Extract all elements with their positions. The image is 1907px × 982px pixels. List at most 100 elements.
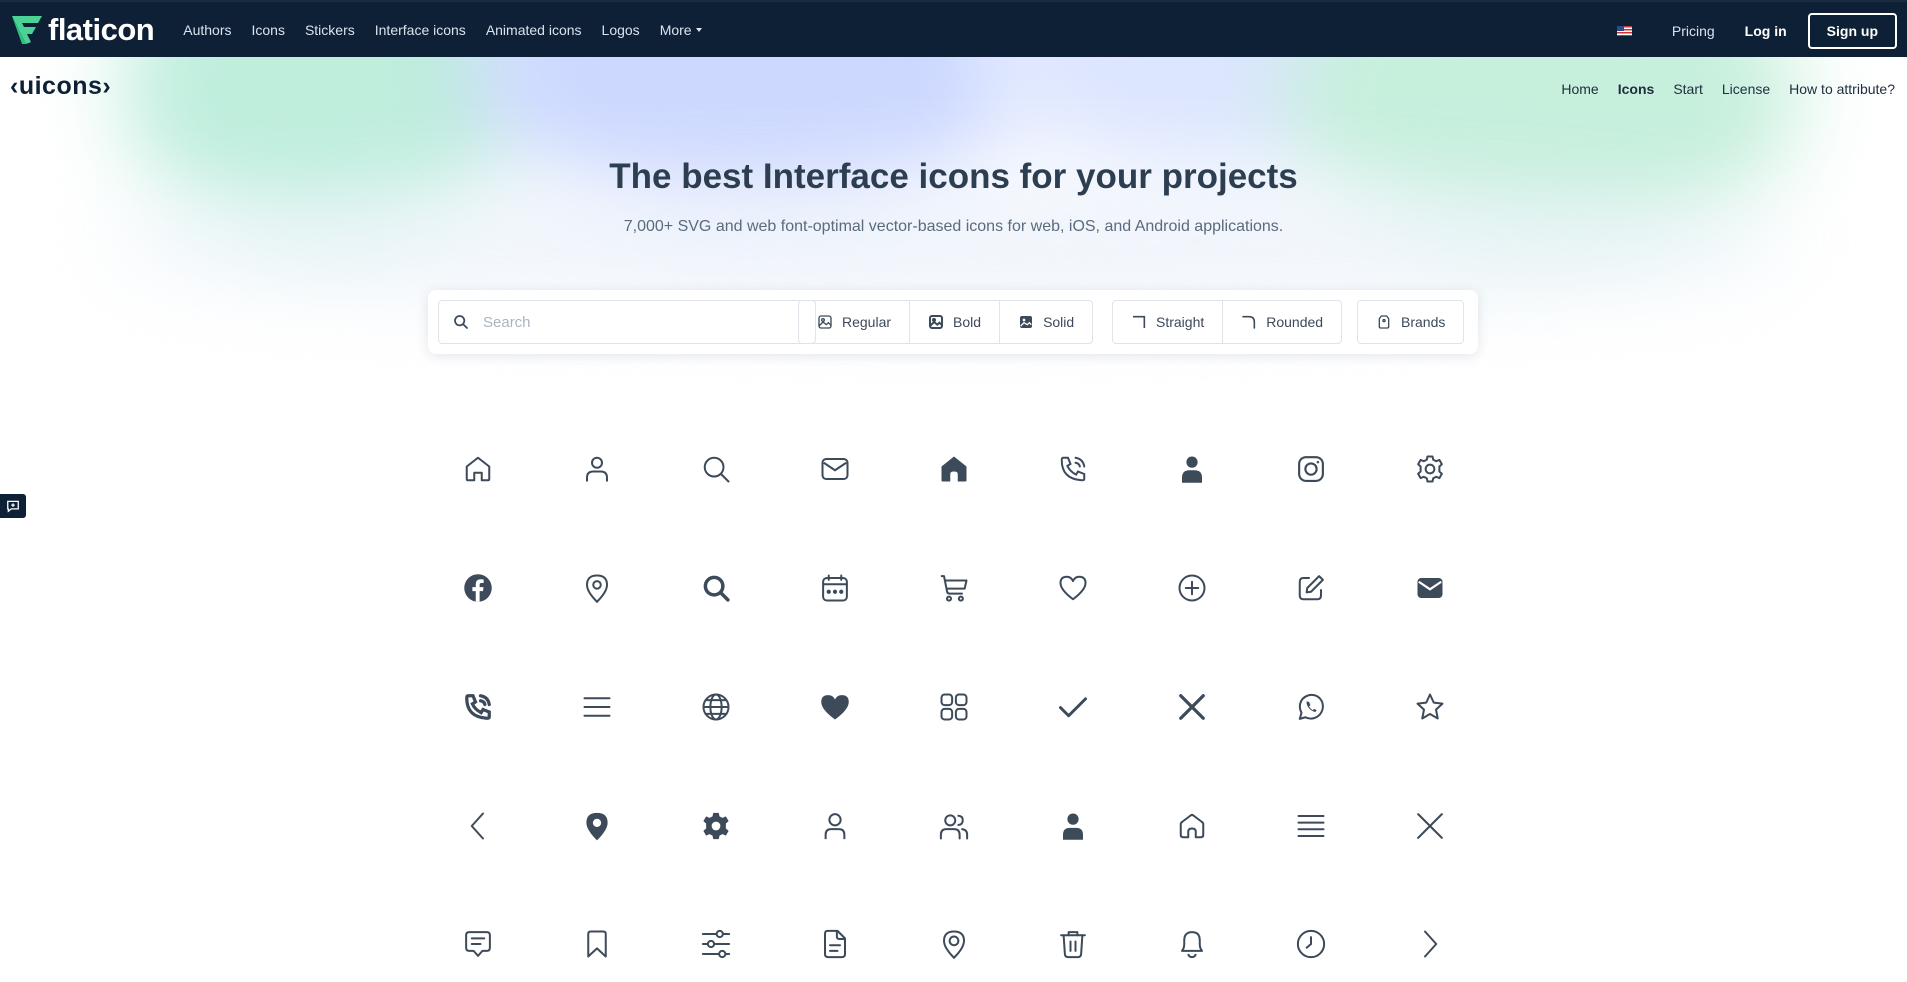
icon-cell[interactable] bbox=[775, 648, 894, 767]
icon-cell[interactable] bbox=[656, 766, 775, 885]
icon-cell[interactable] bbox=[1132, 410, 1251, 529]
page-title: The best Interface icons for your projec… bbox=[609, 157, 1298, 196]
nav-stickers[interactable]: Stickers bbox=[305, 22, 355, 38]
icon-cell[interactable] bbox=[1251, 529, 1370, 648]
icon-cell[interactable] bbox=[418, 648, 537, 767]
users-icon bbox=[939, 814, 968, 840]
nav-icons[interactable]: Icons bbox=[251, 22, 284, 38]
icon-cell[interactable] bbox=[537, 766, 656, 885]
us-flag-icon[interactable] bbox=[1616, 25, 1632, 36]
filter-straight[interactable]: Straight bbox=[1113, 301, 1224, 343]
filter-solid[interactable]: Solid bbox=[1000, 301, 1092, 343]
align-justify-icon bbox=[1297, 814, 1324, 837]
icon-cell[interactable] bbox=[1370, 410, 1489, 529]
icon-cell[interactable] bbox=[1013, 766, 1132, 885]
subnav-license[interactable]: License bbox=[1722, 81, 1770, 97]
corner-straight-icon bbox=[1133, 315, 1146, 328]
icon-cell[interactable] bbox=[656, 529, 775, 648]
icon-cell[interactable] bbox=[775, 885, 894, 982]
subnav-start[interactable]: Start bbox=[1673, 81, 1703, 97]
icon-cell[interactable] bbox=[1370, 885, 1489, 982]
filter-rounded-label: Rounded bbox=[1266, 314, 1324, 330]
icon-cell[interactable] bbox=[537, 885, 656, 982]
icon-cell[interactable] bbox=[656, 648, 775, 767]
icon-cell[interactable] bbox=[537, 410, 656, 529]
home-rounded-icon bbox=[1179, 813, 1204, 838]
nav-animated-icons[interactable]: Animated icons bbox=[486, 22, 582, 38]
icon-cell[interactable] bbox=[775, 410, 894, 529]
login-link[interactable]: Log in bbox=[1745, 23, 1787, 39]
pricing-link[interactable]: Pricing bbox=[1672, 23, 1715, 39]
uicons-subnav: Home Icons Start License How to attribut… bbox=[1542, 81, 1895, 97]
envelope-icon bbox=[821, 458, 848, 481]
icon-cell[interactable] bbox=[1013, 648, 1132, 767]
icon-cell[interactable] bbox=[1251, 766, 1370, 885]
icon-cell[interactable] bbox=[1132, 529, 1251, 648]
signup-button[interactable]: Sign up bbox=[1807, 12, 1897, 49]
weight-filter-group: Regular Bold Solid bbox=[798, 300, 1094, 344]
check-icon bbox=[1058, 697, 1087, 718]
icon-cell[interactable] bbox=[894, 529, 1013, 648]
feedback-button[interactable] bbox=[0, 494, 26, 518]
icon-cell[interactable] bbox=[1013, 529, 1132, 648]
icon-cell[interactable] bbox=[894, 648, 1013, 767]
location-alt-icon bbox=[942, 930, 965, 960]
phone-call-icon bbox=[1060, 457, 1085, 482]
filter-rounded[interactable]: Rounded bbox=[1223, 301, 1341, 343]
icon-cell[interactable] bbox=[656, 885, 775, 982]
bell-icon bbox=[1180, 931, 1203, 959]
icon-cell[interactable] bbox=[894, 410, 1013, 529]
home-solid-icon bbox=[941, 456, 966, 482]
icon-cell[interactable] bbox=[418, 410, 537, 529]
nav-logos[interactable]: Logos bbox=[602, 22, 640, 38]
filter-regular-label: Regular bbox=[842, 314, 892, 330]
icon-cell[interactable] bbox=[1132, 885, 1251, 982]
icon-cell[interactable] bbox=[1132, 648, 1251, 767]
icon-cell[interactable] bbox=[1013, 885, 1132, 982]
apps-icon bbox=[940, 693, 967, 721]
whatsapp-icon bbox=[1298, 693, 1324, 720]
nav-more-dropdown[interactable]: More bbox=[660, 22, 702, 38]
icon-cell[interactable] bbox=[1370, 648, 1489, 767]
icon-cell[interactable] bbox=[418, 885, 537, 982]
flaticon-logo-text: flaticon bbox=[48, 11, 155, 47]
icon-cell[interactable] bbox=[418, 529, 537, 648]
icon-cell[interactable] bbox=[537, 648, 656, 767]
icon-cell[interactable] bbox=[1251, 648, 1370, 767]
icon-cell[interactable] bbox=[894, 885, 1013, 982]
icon-cell[interactable] bbox=[775, 766, 894, 885]
user-filled-icon bbox=[1062, 813, 1083, 840]
icon-cell[interactable] bbox=[1013, 410, 1132, 529]
search-input[interactable] bbox=[483, 313, 783, 331]
icon-cell[interactable] bbox=[1251, 885, 1370, 982]
subnav-home[interactable]: Home bbox=[1561, 81, 1598, 97]
icon-cell[interactable] bbox=[1251, 410, 1370, 529]
image-bold-icon bbox=[929, 315, 944, 329]
icon-cell[interactable] bbox=[656, 410, 775, 529]
icon-cell[interactable] bbox=[1370, 766, 1489, 885]
user-solid-icon bbox=[1181, 456, 1202, 484]
top-navbar: flaticon Authors Icons Stickers Interfac… bbox=[0, 0, 1907, 57]
search-box[interactable] bbox=[438, 300, 816, 344]
filter-bold[interactable]: Bold bbox=[910, 301, 1001, 343]
corner-filter-group: Straight Rounded bbox=[1112, 300, 1343, 344]
icon-cell[interactable] bbox=[775, 529, 894, 648]
subnav-icons[interactable]: Icons bbox=[1618, 81, 1655, 97]
filter-brands[interactable]: Brands bbox=[1358, 301, 1463, 343]
filter-straight-label: Straight bbox=[1156, 314, 1205, 330]
icon-cell[interactable] bbox=[537, 529, 656, 648]
nav-interface-icons[interactable]: Interface icons bbox=[375, 22, 466, 38]
subnav-how-to-attribute[interactable]: How to attribute? bbox=[1789, 81, 1895, 97]
document-icon bbox=[823, 930, 846, 959]
uicons-logo[interactable]: ‹uicons› bbox=[10, 72, 111, 101]
icon-cell[interactable] bbox=[418, 766, 537, 885]
icon-cell[interactable] bbox=[1370, 529, 1489, 648]
filter-regular[interactable]: Regular bbox=[799, 301, 911, 343]
bookmark-icon bbox=[586, 930, 607, 958]
icon-cell[interactable] bbox=[1132, 766, 1251, 885]
nav-authors[interactable]: Authors bbox=[183, 22, 231, 38]
flaticon-logo[interactable]: flaticon bbox=[10, 1, 155, 58]
icon-cell[interactable] bbox=[894, 766, 1013, 885]
add-icon bbox=[1178, 574, 1205, 602]
facebook-icon bbox=[463, 574, 492, 602]
